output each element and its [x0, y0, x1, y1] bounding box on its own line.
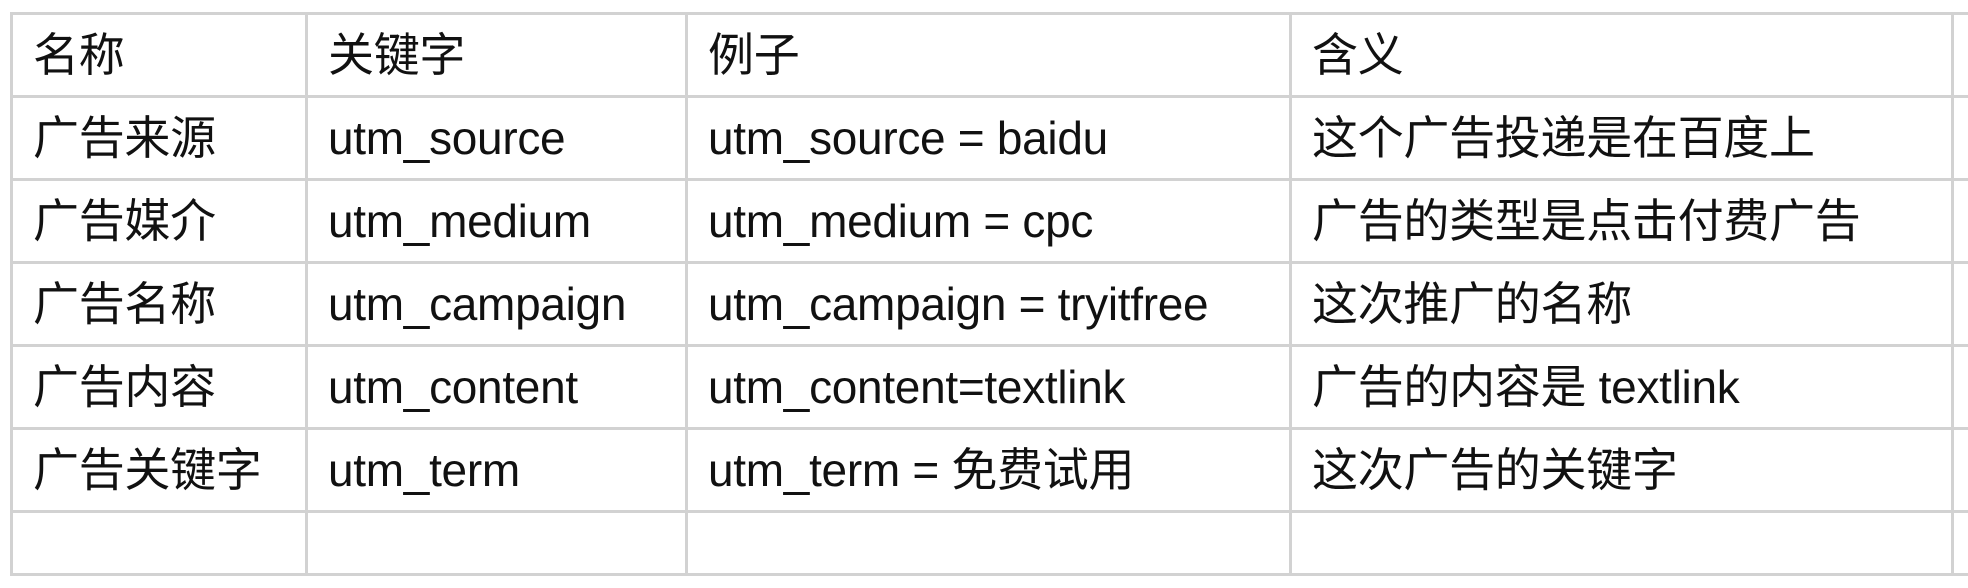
empty-cell[interactable]	[685, 510, 1292, 576]
utm-parameter-table: 名称 关键字 例子 含义 广告来源 utm_source utm_source …	[10, 12, 1968, 576]
cell-name[interactable]: 广告名称	[10, 261, 308, 347]
empty-cell[interactable]	[1951, 427, 1968, 513]
cell-example[interactable]: utm_source = baidu	[685, 95, 1292, 181]
empty-cell[interactable]	[1951, 510, 1968, 576]
table-row: 广告关键字 utm_term utm_term = 免费试用 这次广告的关键字	[10, 427, 1968, 513]
table-row: 广告媒介 utm_medium utm_medium = cpc 广告的类型是点…	[10, 178, 1968, 264]
cell-name[interactable]: 广告内容	[10, 344, 308, 430]
empty-row	[10, 510, 1968, 576]
utm-parameter-sheet: 名称 关键字 例子 含义 广告来源 utm_source utm_source …	[10, 12, 1968, 588]
cell-example[interactable]: utm_medium = cpc	[685, 178, 1292, 264]
empty-cell[interactable]	[1951, 178, 1968, 264]
table-row: 广告名称 utm_campaign utm_campaign = tryitfr…	[10, 261, 1968, 347]
table-row: 广告内容 utm_content utm_content=textlink 广告…	[10, 344, 1968, 430]
cell-meaning[interactable]: 这个广告投递是在百度上	[1289, 95, 1954, 181]
empty-cell[interactable]	[1951, 95, 1968, 181]
cell-keyword[interactable]: utm_medium	[305, 178, 688, 264]
empty-cell[interactable]	[1951, 12, 1968, 98]
cell-keyword[interactable]: utm_term	[305, 427, 688, 513]
cell-keyword[interactable]: utm_campaign	[305, 261, 688, 347]
cell-example[interactable]: utm_campaign = tryitfree	[685, 261, 1292, 347]
header-cell-keyword[interactable]: 关键字	[305, 12, 688, 98]
header-row: 名称 关键字 例子 含义	[10, 12, 1968, 98]
table-row: 广告来源 utm_source utm_source = baidu 这个广告投…	[10, 95, 1968, 181]
empty-cell[interactable]	[1951, 344, 1968, 430]
header-cell-example[interactable]: 例子	[685, 12, 1292, 98]
empty-cell[interactable]	[305, 510, 688, 576]
cell-name[interactable]: 广告来源	[10, 95, 308, 181]
cell-keyword[interactable]: utm_source	[305, 95, 688, 181]
empty-cell[interactable]	[1951, 261, 1968, 347]
header-cell-name[interactable]: 名称	[10, 12, 308, 98]
cell-example[interactable]: utm_term = 免费试用	[685, 427, 1292, 513]
cell-meaning[interactable]: 这次广告的关键字	[1289, 427, 1954, 513]
cell-name[interactable]: 广告媒介	[10, 178, 308, 264]
cell-keyword[interactable]: utm_content	[305, 344, 688, 430]
cell-name[interactable]: 广告关键字	[10, 427, 308, 513]
cell-meaning[interactable]: 这次推广的名称	[1289, 261, 1954, 347]
empty-cell[interactable]	[1289, 510, 1954, 576]
empty-cell[interactable]	[10, 510, 308, 576]
cell-meaning[interactable]: 广告的类型是点击付费广告	[1289, 178, 1954, 264]
header-cell-meaning[interactable]: 含义	[1289, 12, 1954, 98]
cell-example[interactable]: utm_content=textlink	[685, 344, 1292, 430]
cell-meaning[interactable]: 广告的内容是 textlink	[1289, 344, 1954, 430]
